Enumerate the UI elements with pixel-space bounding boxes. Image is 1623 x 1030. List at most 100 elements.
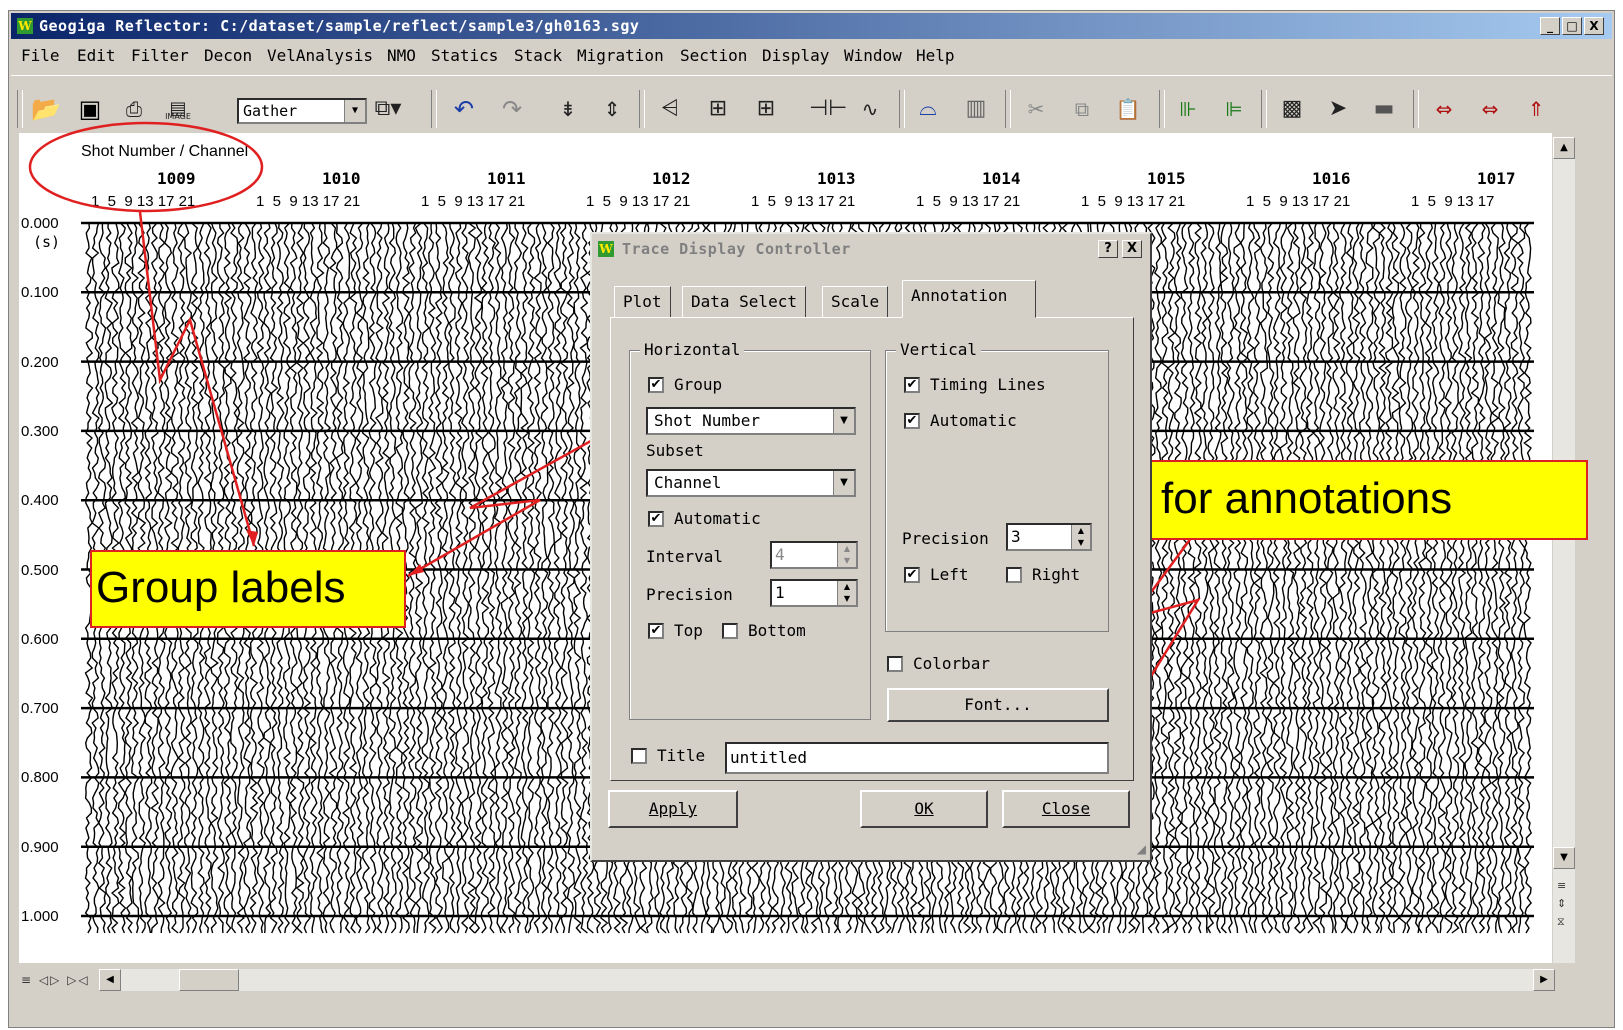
menu-filter[interactable]: Filter (131, 46, 189, 65)
font-button[interactable]: Font... (887, 688, 1109, 722)
close-button[interactable]: Close (1002, 790, 1130, 828)
dialog-title: Trace Display Controller (622, 240, 851, 258)
move-up-icon[interactable]: ⇑ (1519, 92, 1553, 126)
trace-icon[interactable]: ⇕ (595, 92, 629, 126)
arrow-icon[interactable]: ➤ (1321, 92, 1355, 126)
menu-help[interactable]: Help (916, 46, 955, 65)
top-checkbox[interactable]: ✔ (648, 623, 664, 639)
group-checkbox[interactable]: ✔ (648, 377, 664, 393)
density-icon[interactable]: ▬ (1367, 92, 1401, 126)
menu-nmo[interactable]: NMO (387, 46, 416, 65)
menu-file[interactable]: File (21, 46, 60, 65)
menu-window[interactable]: Window (844, 46, 902, 65)
mute-icon[interactable]: ⊣⊢ (809, 92, 847, 126)
interval-input[interactable]: 4 ▲ ▼ (770, 541, 858, 569)
chevron-down-icon[interactable]: ▼ (833, 409, 854, 433)
view-mode-icon[interactable]: ⧉▾ (371, 92, 405, 126)
colorbar-checkbox[interactable] (887, 656, 903, 672)
subset-select[interactable]: Channel ▼ (646, 469, 856, 497)
filter-icon[interactable]: ⇟ (551, 92, 585, 126)
seismic-trace (1232, 222, 1242, 934)
menu-display[interactable]: Display (762, 46, 829, 65)
image-caption: IMAGE (165, 112, 191, 121)
wiggle-icon[interactable]: ▩ (1275, 92, 1309, 126)
apply-button[interactable]: Apply (608, 790, 738, 828)
v-precision-input[interactable]: 3 ▲ ▼ (1006, 523, 1092, 551)
seismic-trace (1226, 222, 1235, 934)
resize-grip-icon[interactable]: ◢ (1137, 842, 1146, 856)
scroll-thumb[interactable] (179, 969, 239, 991)
tab-scale[interactable]: Scale (822, 286, 889, 318)
help-button[interactable]: ? (1098, 240, 1118, 258)
chevron-down-icon[interactable]: ▼ (833, 471, 854, 495)
group-select-value: Shot Number (654, 411, 760, 430)
toolbar: 📂 ▣ ⎙ ▤ IMAGE Gather ▼ ⧉▾ ↶ ↷ ⇟ ⇕ ⩤ ⊞ ⊞ ⊣⊢… (11, 75, 1612, 134)
open-icon[interactable]: 📂 (29, 92, 63, 126)
cut-icon[interactable]: ✂ (1019, 92, 1053, 126)
right-checkbox[interactable] (1006, 567, 1022, 583)
spinner-icon[interactable]: ▲ ▼ (837, 581, 856, 605)
title-bar: W Geogiga Reflector: C:/dataset/sample/r… (11, 13, 1612, 39)
pick-up-icon[interactable]: ⊪ (1171, 92, 1205, 126)
tab-annotation[interactable]: Annotation (902, 280, 1036, 318)
horizontal-scrollbar[interactable]: ◀ ▶ (99, 969, 1555, 991)
move-right-icon[interactable]: ⇔ (1473, 92, 1507, 126)
chevron-down-icon[interactable]: ▼ (344, 100, 365, 122)
redo-icon[interactable]: ↷ (495, 92, 529, 126)
statics-icon[interactable]: ⌓ (911, 92, 945, 126)
menu-edit[interactable]: Edit (77, 46, 116, 65)
navigation-icons[interactable]: ≡ ◁▷ ▷◁ (21, 973, 90, 987)
scroll-left-icon[interactable]: ◀ (99, 969, 121, 991)
tab-data-select[interactable]: Data Select (682, 286, 806, 318)
undo-icon[interactable]: ↶ (447, 92, 481, 126)
paste-icon[interactable]: 📋 (1111, 92, 1145, 126)
maximize-button[interactable]: □ (1562, 17, 1582, 35)
spinner-icon[interactable]: ▲ ▼ (837, 543, 856, 567)
trace-display-controller-dialog: W Trace Display Controller ? X Plot Data… (590, 232, 1152, 862)
h-precision-input[interactable]: 1 ▲ ▼ (770, 579, 858, 607)
toolbar-separator (431, 90, 437, 128)
vertical-scrollbar[interactable]: ▲ ▼ ≡ ⇕ ⧖ (1553, 137, 1575, 963)
v-automatic-checkbox[interactable]: ✔ (904, 413, 920, 429)
menu-migration[interactable]: Migration (577, 46, 664, 65)
move-left-icon[interactable]: ⇔ (1427, 92, 1461, 126)
seismic-trace (1266, 222, 1275, 934)
seismic-trace (480, 222, 490, 934)
menu-velanalysis[interactable]: VelAnalysis (267, 46, 373, 65)
seismic-trace (1285, 222, 1295, 934)
zoom-icons[interactable]: ≡ ⇕ ⧖ (1557, 877, 1566, 931)
seismic-trace (1279, 222, 1289, 934)
menu-decon[interactable]: Decon (204, 46, 252, 65)
close-window-button[interactable]: X (1584, 17, 1604, 35)
dialog-close-icon[interactable]: X (1122, 240, 1142, 258)
velocity-icon[interactable]: ⊞ (701, 92, 735, 126)
bottom-checkbox[interactable] (722, 623, 738, 639)
h-automatic-checkbox[interactable]: ✔ (648, 511, 664, 527)
spectrum-icon[interactable]: ⩤ (653, 92, 687, 126)
print-icon[interactable]: ⎙ (117, 92, 151, 126)
spinner-icon[interactable]: ▲ ▼ (1071, 525, 1090, 549)
timing-lines-checkbox[interactable]: ✔ (904, 377, 920, 393)
scroll-up-icon[interactable]: ▲ (1553, 137, 1575, 159)
gather-select[interactable]: Gather ▼ (237, 98, 367, 124)
tab-plot[interactable]: Plot (614, 286, 671, 318)
scroll-right-icon[interactable]: ▶ (1533, 969, 1555, 991)
title-input[interactable]: untitled (725, 742, 1109, 774)
stack-icon[interactable]: ▥ (959, 92, 993, 126)
image-icon[interactable]: ▤ IMAGE (161, 92, 195, 126)
save-icon[interactable]: ▣ (73, 92, 107, 126)
seismic-trace (493, 222, 503, 934)
ok-button[interactable]: OK (860, 790, 988, 828)
gather-icon[interactable]: ⊞ (749, 92, 783, 126)
minimize-button[interactable]: _ (1540, 17, 1560, 35)
nmo-icon[interactable]: ∿ (853, 92, 887, 126)
group-select[interactable]: Shot Number ▼ (646, 407, 856, 435)
pick-down-icon[interactable]: ⊫ (1217, 92, 1251, 126)
scroll-down-icon[interactable]: ▼ (1553, 847, 1575, 869)
copy-icon[interactable]: ⧉ (1065, 92, 1099, 126)
left-checkbox[interactable]: ✔ (904, 567, 920, 583)
menu-section[interactable]: Section (680, 46, 747, 65)
menu-stack[interactable]: Stack (514, 46, 562, 65)
menu-statics[interactable]: Statics (431, 46, 498, 65)
title-checkbox[interactable] (631, 748, 647, 764)
